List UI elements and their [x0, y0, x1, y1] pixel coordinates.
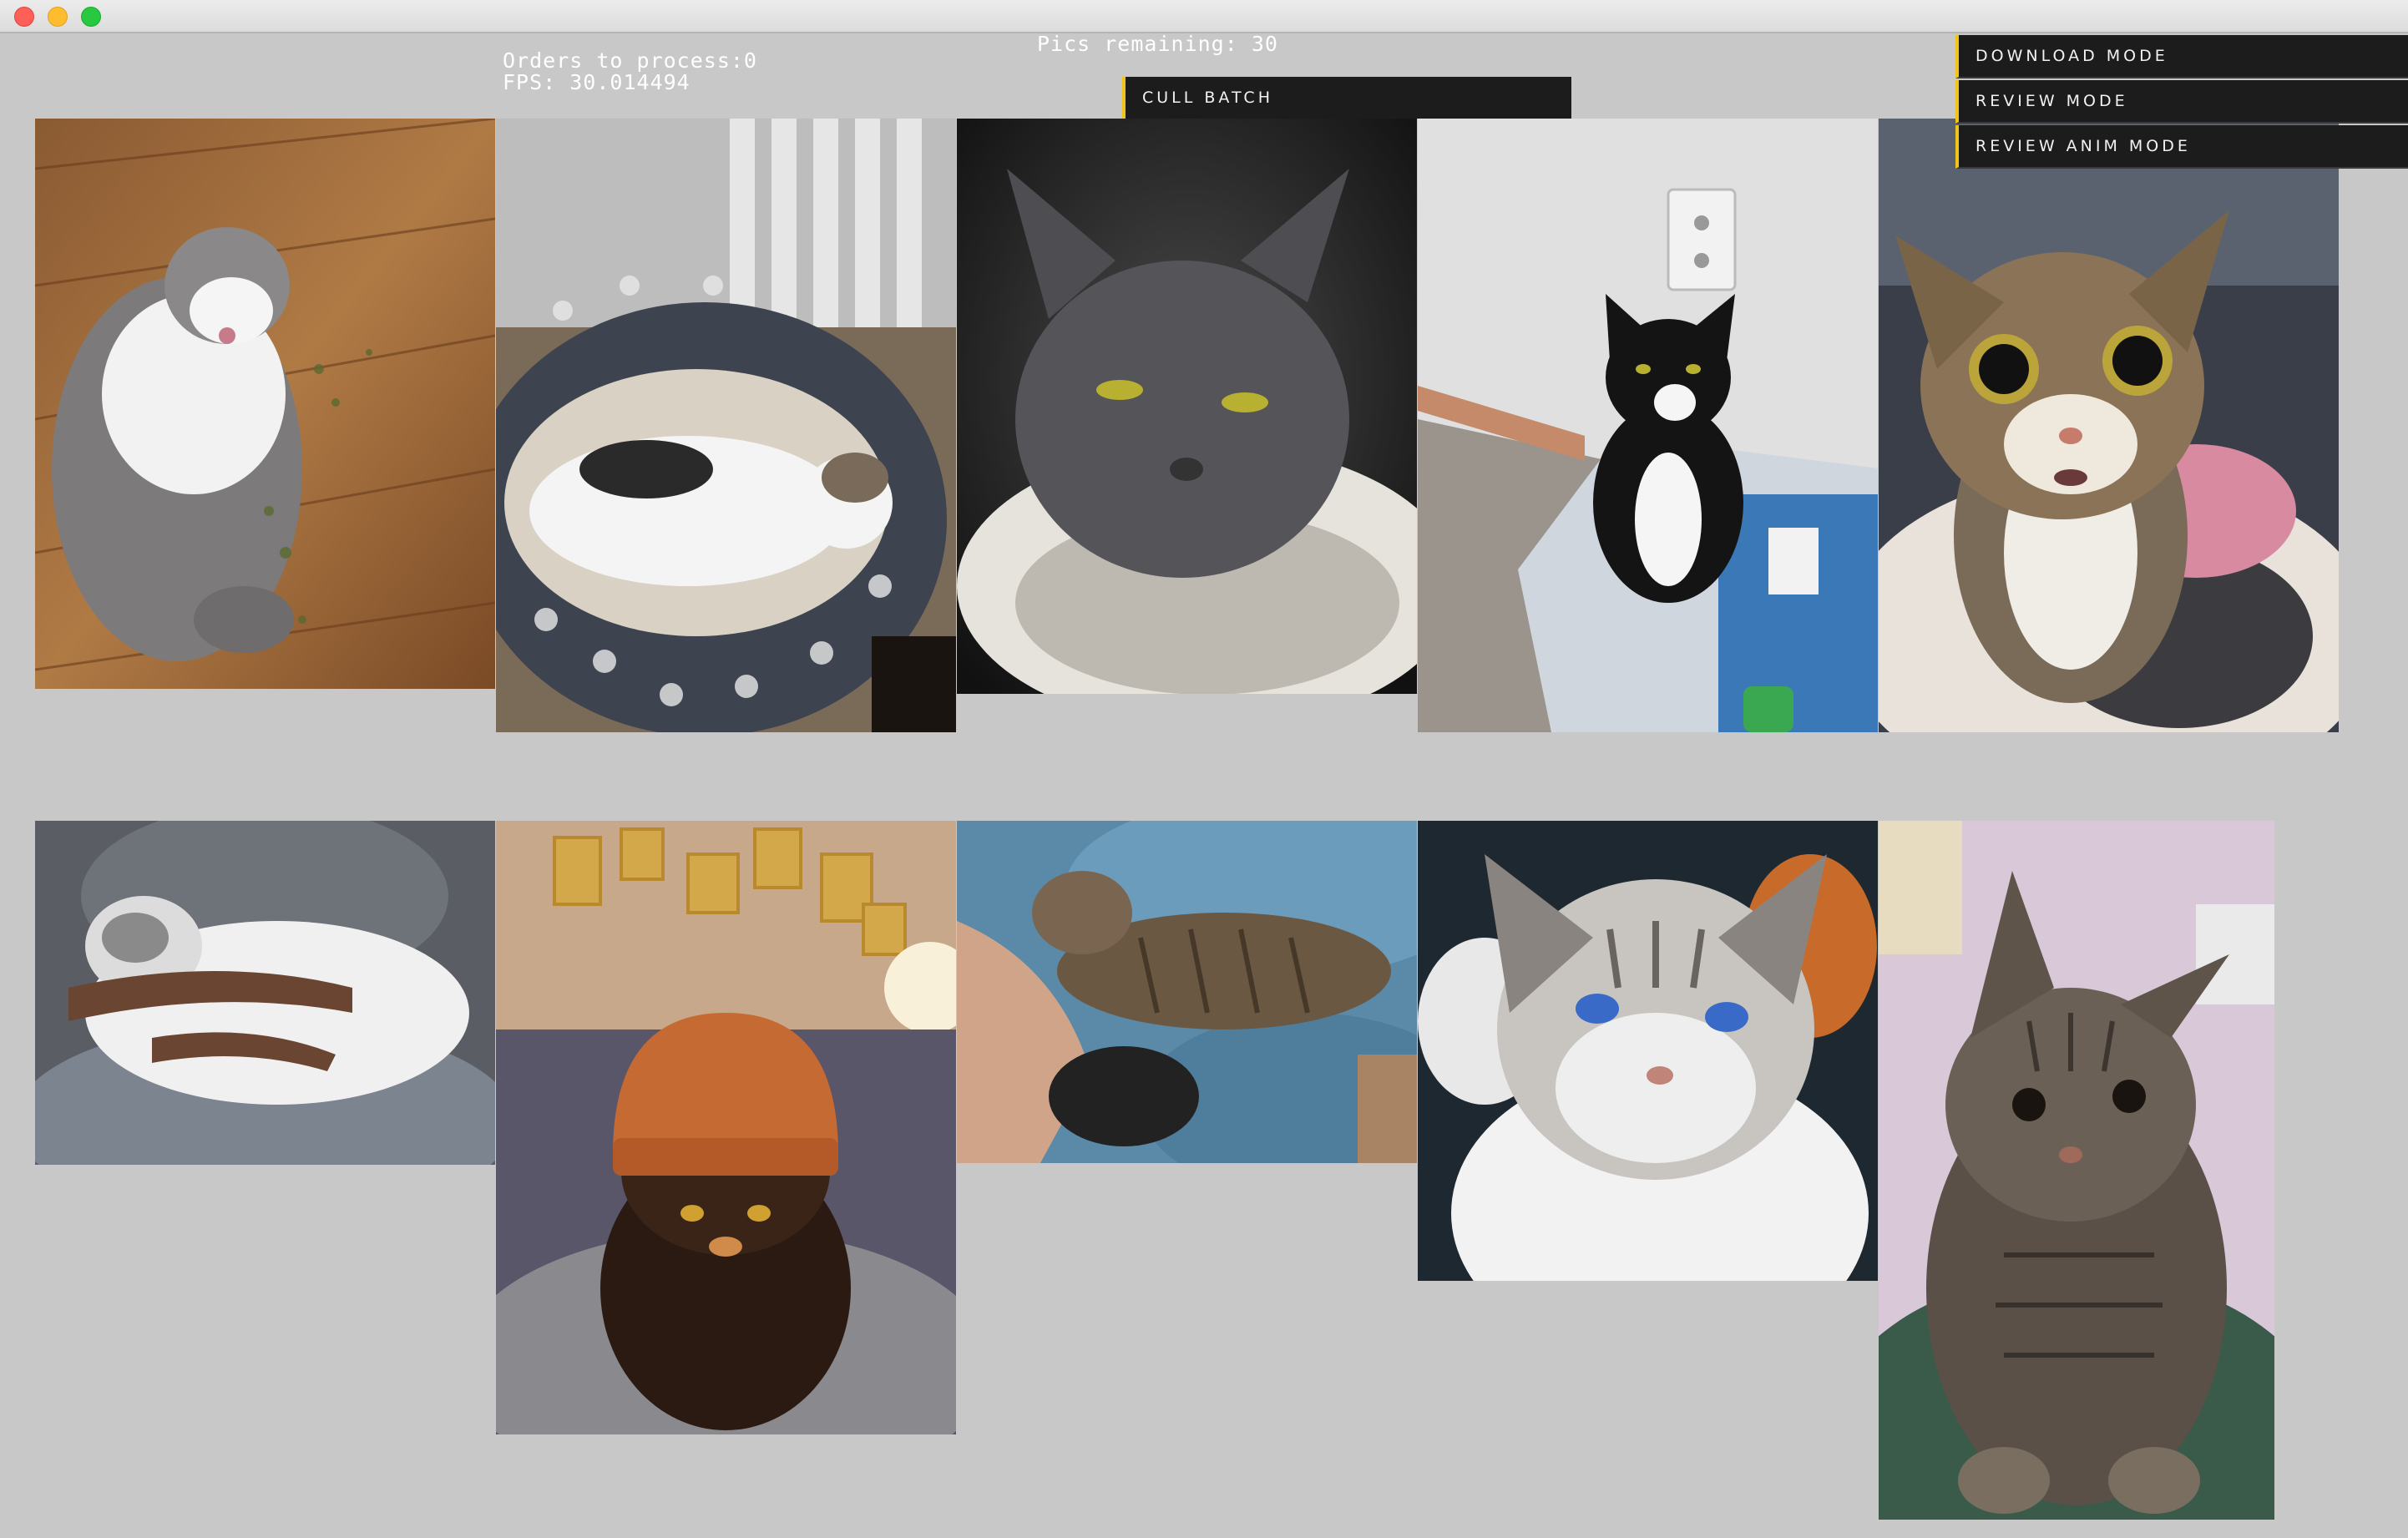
download-mode-button[interactable]: DOWNLOAD MODE	[1955, 35, 2408, 78]
cat-photo-icon	[957, 821, 1417, 1163]
photo-tile-9[interactable]	[1418, 821, 1878, 1281]
cat-photo-icon	[35, 821, 495, 1165]
pics-remaining-text: Pics remaining: 30	[1037, 32, 1278, 56]
cull-batch-button[interactable]: CULL BATCH	[1122, 77, 1571, 119]
fps-counter-text: FPS: 30.014494	[503, 70, 691, 94]
mode-menu: DOWNLOAD MODE REVIEW MODE REVIEW ANIM MO…	[1955, 35, 2408, 169]
cat-photo-icon	[496, 119, 956, 732]
cat-photo-icon	[1879, 119, 2339, 732]
orders-to-process-text: Orders to process:0	[503, 48, 757, 73]
cat-photo-icon	[957, 119, 1417, 694]
review-anim-mode-label: REVIEW ANIM MODE	[1975, 137, 2191, 155]
cat-photo-icon	[1879, 821, 2274, 1520]
photo-tile-2[interactable]	[496, 119, 956, 732]
photo-tile-6[interactable]	[35, 821, 495, 1165]
zoom-window-button[interactable]	[81, 7, 101, 27]
minimize-window-button[interactable]	[48, 7, 68, 27]
cat-photo-icon	[496, 821, 956, 1434]
cat-photo-icon	[1418, 119, 1878, 732]
close-window-button[interactable]	[14, 7, 34, 27]
cat-photo-icon	[35, 119, 495, 689]
photo-tile-5[interactable]	[1879, 119, 2339, 732]
review-mode-label: REVIEW MODE	[1975, 92, 2128, 110]
photo-tile-8[interactable]	[957, 821, 1417, 1163]
window-titlebar	[0, 0, 2408, 33]
cat-photo-icon	[1418, 821, 1878, 1281]
photo-tile-7[interactable]	[496, 821, 956, 1434]
review-anim-mode-button[interactable]: REVIEW ANIM MODE	[1955, 125, 2408, 169]
app-window: Orders to process:0 FPS: 30.014494 Pics …	[0, 0, 2408, 1538]
photo-tile-4[interactable]	[1418, 119, 1878, 732]
cull-batch-label: CULL BATCH	[1142, 89, 1273, 107]
review-mode-button[interactable]: REVIEW MODE	[1955, 80, 2408, 124]
download-mode-label: DOWNLOAD MODE	[1975, 47, 2168, 65]
photo-tile-3[interactable]	[957, 119, 1417, 694]
photo-tile-10[interactable]	[1879, 821, 2274, 1520]
photo-tile-1[interactable]	[35, 119, 495, 689]
